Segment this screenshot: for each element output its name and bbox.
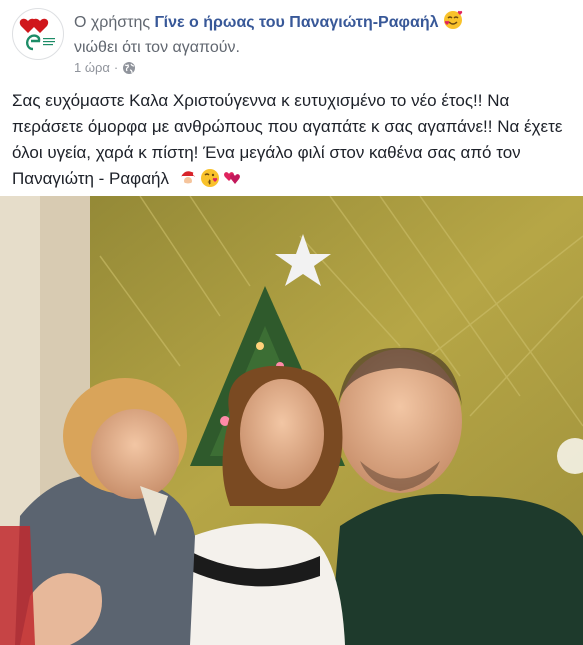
family-christmas-photo	[0, 196, 583, 645]
message-text: Σας ευχόμαστε Καλα Χριστούγεννα κ ευτυχι…	[12, 91, 563, 188]
header-prefix: Ο χρήστης	[74, 14, 151, 31]
message-emojis	[178, 168, 242, 188]
post-meta: 1 ώρα ·	[74, 60, 136, 75]
facebook-post: Ο χρήστης Γίνε ο ήρωας του Παναγιώτη-Ραφ…	[0, 0, 583, 645]
meta-separator: ·	[113, 60, 119, 75]
globe-icon[interactable]	[122, 61, 136, 75]
post-header-text: Ο χρήστης Γίνε ο ήρωας του Παναγιώτη-Ραφ…	[74, 10, 564, 59]
smiling-face-hearts-icon	[443, 10, 463, 37]
page-logo-icon	[14, 10, 62, 58]
feeling-text: νιώθει ότι τον αγαπούν.	[74, 39, 240, 56]
page-name-link[interactable]: Γίνε ο ήρωας του Παναγιώτη-Ραφαήλ	[155, 14, 439, 31]
two-hearts-icon	[223, 172, 240, 184]
page-avatar[interactable]	[12, 8, 64, 60]
kissing-face-icon	[200, 169, 219, 187]
post-header: Ο χρήστης Γίνε ο ήρωας του Παναγιώτη-Ραφ…	[12, 8, 572, 78]
post-message: Σας ευχόμαστε Καλα Χριστούγεννα κ ευτυχι…	[12, 88, 572, 192]
timestamp-link[interactable]: 1 ώρα	[74, 60, 110, 75]
post-photo[interactable]	[0, 196, 583, 645]
santa-icon	[180, 171, 197, 186]
